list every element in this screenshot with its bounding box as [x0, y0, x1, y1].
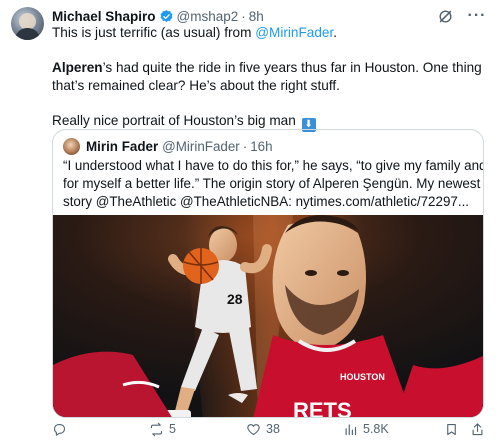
repost-button[interactable]: 5 — [149, 422, 176, 437]
separator-dot: · — [241, 8, 246, 24]
analytics-icon — [345, 424, 357, 435]
quote-image[interactable]: 28 HOUSTON RETS — [53, 215, 483, 418]
action-bar: 5 38 5.8K — [52, 420, 490, 438]
basketball-portrait-illustration: 28 HOUSTON RETS — [53, 215, 483, 418]
more-options-icon[interactable]: ··· — [468, 7, 486, 25]
quote-line-2: for myself a better life.” The origin st… — [63, 176, 481, 191]
reply-icon — [53, 423, 66, 436]
quote-line-1: “I understood what I have to do this for… — [63, 158, 484, 173]
verified-badge-icon — [159, 9, 174, 24]
like-count: 38 — [266, 422, 280, 436]
repost-icon — [150, 422, 163, 436]
bookmark-button[interactable] — [444, 422, 459, 437]
tweet-time[interactable]: 8h — [249, 9, 264, 24]
quote-author-handle: @MirinFader — [162, 138, 240, 154]
jersey-number-text: 28 — [227, 291, 243, 307]
tweet-line-2: Alperen’s had quite the ride in five yea… — [52, 59, 482, 77]
tweet-header: Michael Shapiro @mshap2 · 8h — [52, 7, 264, 25]
author-avatar[interactable] — [11, 7, 44, 40]
tweet-line-1-text: This is just terrific (as usual) from — [52, 25, 256, 40]
reply-button[interactable] — [52, 422, 72, 437]
jersey-bottom-text: RETS — [293, 398, 352, 418]
tweet-line-4-text: Really nice portrait of Houston’s big ma… — [52, 113, 296, 128]
quoted-tweet[interactable]: Mirin Fader @MirinFader · 16h “I underst… — [52, 129, 484, 418]
tweet[interactable]: Michael Shapiro @mshap2 · 8h ··· This is… — [0, 0, 500, 440]
quote-line-3: story @TheAthletic @TheAthleticNBA: nyti… — [63, 194, 470, 209]
bookmark-icon — [447, 423, 456, 435]
view-count: 5.8K — [363, 422, 389, 436]
quote-time: 16h — [250, 138, 273, 154]
heart-icon — [247, 423, 260, 435]
tweet-line-1: This is just terrific (as usual) from @M… — [52, 24, 482, 42]
tweet-line-3: that’s remained clear? He’s about the ri… — [52, 78, 340, 93]
views-button[interactable]: 5.8K — [343, 422, 389, 437]
tweet-line-1-suffix: . — [333, 25, 337, 40]
jersey-team-text: HOUSTON — [340, 372, 385, 382]
quote-author-name: Mirin Fader — [86, 138, 159, 154]
like-button[interactable]: 38 — [246, 422, 280, 437]
author-name[interactable]: Michael Shapiro — [52, 9, 156, 24]
quote-header: Mirin Fader @MirinFader · 16h — [63, 137, 273, 155]
quote-separator-dot: · — [242, 138, 248, 154]
quote-text: “I understood what I have to do this for… — [63, 157, 484, 211]
grok-icon[interactable] — [436, 7, 454, 25]
share-button[interactable] — [470, 422, 485, 437]
tweet-text: This is just terrific (as usual) from @M… — [52, 24, 482, 132]
repost-count: 5 — [169, 422, 176, 436]
author-handle[interactable]: @mshap2 — [177, 9, 239, 24]
tweet-line-2-text: ’s had quite the ride in five years thus… — [102, 60, 482, 75]
top-icons: ··· — [436, 7, 486, 25]
mention-link[interactable]: @MirinFader — [255, 25, 333, 40]
bold-name: Alperen — [52, 60, 103, 75]
quote-author-avatar — [63, 137, 80, 155]
share-icon — [472, 422, 483, 435]
